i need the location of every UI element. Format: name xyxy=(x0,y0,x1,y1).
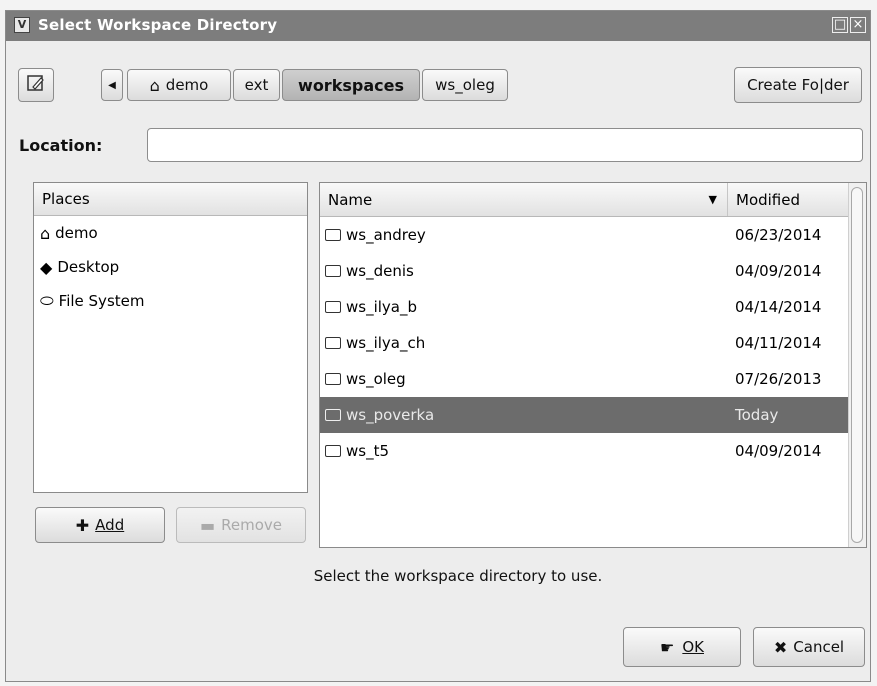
file-row[interactable]: ws_andrey 06/23/2014 xyxy=(320,217,866,253)
modified-column-header[interactable]: Modified xyxy=(728,183,866,216)
close-icon[interactable]: × xyxy=(850,17,866,33)
folder-icon xyxy=(325,445,341,457)
places-panel: Places ⌂ demo ◆ Desktop ⬭ File System xyxy=(33,182,308,493)
file-row[interactable]: ws_denis 04/09/2014 xyxy=(320,253,866,289)
maximize-icon[interactable]: □ xyxy=(832,17,848,33)
folder-icon xyxy=(325,229,341,241)
place-item-desktop[interactable]: ◆ Desktop xyxy=(34,250,307,284)
scroll-thumb[interactable] xyxy=(851,187,863,543)
home-icon: ⌂ xyxy=(149,75,160,95)
name-column-header[interactable]: Name ▼ xyxy=(320,183,728,216)
file-list: Name ▼ Modified ws_andrey 06/23/2014 ws_… xyxy=(319,182,867,548)
title-bar[interactable]: V Select Workspace Directory □ × xyxy=(6,11,870,41)
vertical-scrollbar[interactable] xyxy=(848,183,866,547)
window-title: Select Workspace Directory xyxy=(38,16,278,34)
desktop-icon: ◆ xyxy=(40,257,53,277)
file-row[interactable]: ws_ilya_b 04/14/2014 xyxy=(320,289,866,325)
place-item-demo[interactable]: ⌂ demo xyxy=(34,216,307,250)
folder-icon xyxy=(325,301,341,313)
add-bookmark-button[interactable]: ✚ Add xyxy=(35,507,165,543)
folder-icon xyxy=(325,337,341,349)
x-icon: ✖ xyxy=(773,637,788,657)
select-workspace-dialog: V Select Workspace Directory □ × ◀ ⌂ dem… xyxy=(5,10,871,682)
places-header[interactable]: Places xyxy=(34,183,307,216)
location-input[interactable] xyxy=(147,128,863,162)
minus-icon: ▬ xyxy=(200,515,216,535)
home-icon: ⌂ xyxy=(40,223,51,243)
file-row[interactable]: ws_oleg 07/26/2013 xyxy=(320,361,866,397)
location-label: Location: xyxy=(19,136,103,155)
folder-icon xyxy=(325,373,341,385)
file-row[interactable]: ws_t5 04/09/2014 xyxy=(320,433,866,469)
edit-location-toggle[interactable] xyxy=(18,68,54,102)
cancel-button[interactable]: ✖ Cancel xyxy=(753,627,865,667)
file-row-selected[interactable]: ws_poverka Today xyxy=(320,397,866,433)
folder-icon xyxy=(325,409,341,421)
create-folder-button[interactable]: Create Fo|der xyxy=(734,67,862,103)
crumb-workspaces[interactable]: workspaces xyxy=(282,69,420,101)
instruction-text: Select the workspace directory to use. xyxy=(313,567,603,585)
plus-icon: ✚ xyxy=(75,515,90,535)
crumb-ext[interactable]: ext xyxy=(233,69,280,101)
ok-button[interactable]: ☛ OK xyxy=(623,627,741,667)
pencil-icon xyxy=(26,73,46,97)
ok-hand-icon: ☛ xyxy=(660,637,675,657)
crumb-ws-oleg[interactable]: ws_oleg xyxy=(422,69,508,101)
drive-icon: ⬭ xyxy=(40,291,54,310)
file-row[interactable]: ws_ilya_ch 04/11/2014 xyxy=(320,325,866,361)
remove-bookmark-button[interactable]: ▬ Remove xyxy=(176,507,306,543)
place-item-file-system[interactable]: ⬭ File System xyxy=(34,284,307,318)
arrow-left-icon: ◀ xyxy=(108,79,116,91)
path-scroll-left-button[interactable]: ◀ xyxy=(101,69,123,101)
sort-descending-icon: ▼ xyxy=(708,193,717,206)
folder-icon xyxy=(325,265,341,277)
app-icon: V xyxy=(14,17,30,33)
crumb-demo[interactable]: ⌂ demo xyxy=(127,69,231,101)
